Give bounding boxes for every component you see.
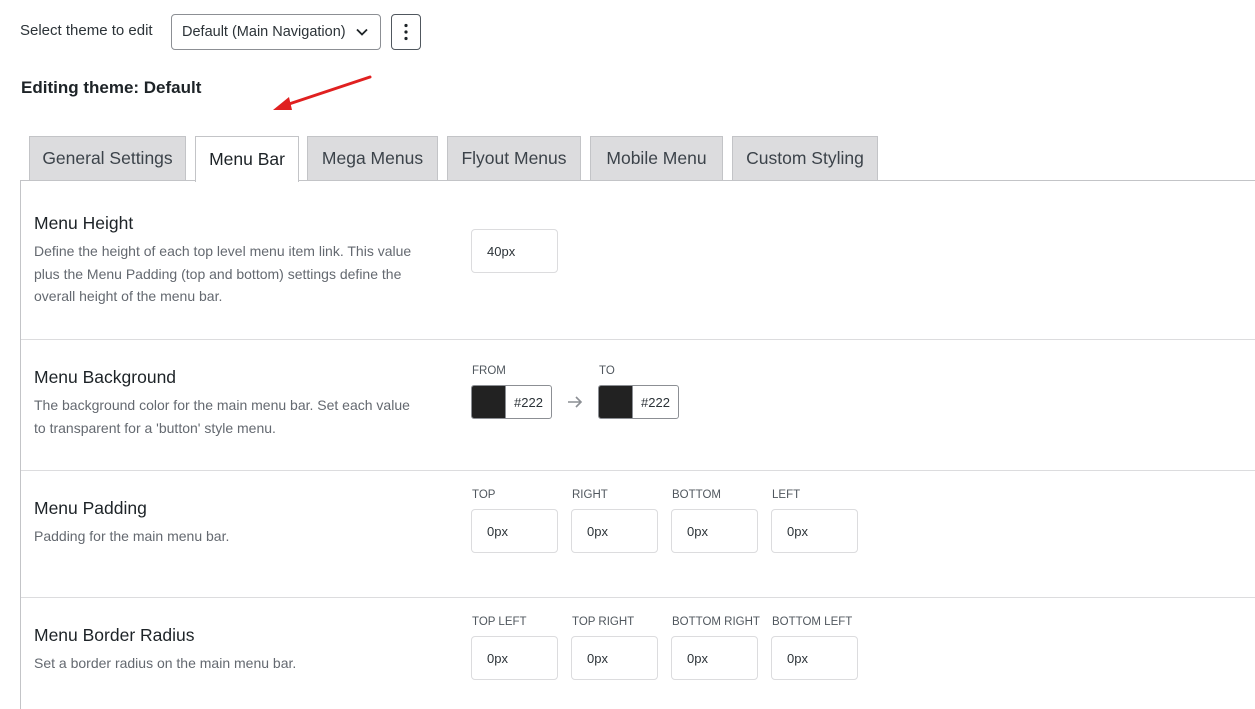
theme-select-value: Default (Main Navigation) [182,24,346,40]
chevron-down-icon [356,28,368,36]
red-arrow-icon [273,75,372,110]
tab-mega-menus[interactable]: Mega Menus [307,136,438,180]
tab-label: Mega Menus [321,148,424,168]
padding-top-label: TOP [472,489,496,501]
menu-padding-title: Menu Padding [34,498,147,518]
tab-label: Mobile Menu [606,148,707,168]
radius-top-left-input[interactable]: 0px [471,636,558,680]
input-value: 0px [687,523,708,539]
padding-right-input[interactable]: 0px [571,509,658,553]
padding-left-label: LEFT [772,489,801,501]
editing-theme-title: Editing theme: Default [21,78,202,97]
menu-height-description: Define the height of each top level menu… [34,243,412,304]
menu-border-radius-title: Menu Border Radius [34,625,195,645]
radius-bottom-right-input[interactable]: 0px [671,636,758,680]
radius-top-right-input[interactable]: 0px [571,636,658,680]
tab-label: Flyout Menus [461,148,567,168]
menu-height-title: Menu Height [34,213,134,233]
right-arrow-icon [568,396,583,408]
input-value: 0px [487,650,508,666]
input-value: 0px [587,650,608,666]
tab-general-settings[interactable]: General Settings [29,136,186,180]
input-value: 0px [787,523,808,539]
tab-custom-styling[interactable]: Custom Styling [732,136,878,180]
padding-bottom-input[interactable]: 0px [671,509,758,553]
to-color-picker[interactable]: #222 [598,385,679,419]
input-value: 0px [787,650,808,666]
menu-background-title: Menu Background [34,367,177,387]
to-color-value: #222 [632,386,678,418]
radius-bottom-right-label: BOTTOM RIGHT [672,616,760,628]
menu-height-input[interactable]: 40px [471,229,558,273]
padding-right-label: RIGHT [572,489,608,501]
tab-label: General Settings [42,148,173,168]
input-value: 0px [687,650,708,666]
tab-label: Menu Bar [209,149,285,169]
radius-bottom-left-label: BOTTOM LEFT [772,616,853,628]
to-label: TO [599,365,615,377]
row-divider [21,470,1255,471]
tab-flyout-menus[interactable]: Flyout Menus [447,136,581,180]
from-color-swatch[interactable] [472,386,505,418]
row-divider [21,339,1255,340]
padding-left-input[interactable]: 0px [771,509,858,553]
tab-mobile-menu[interactable]: Mobile Menu [590,136,723,180]
theme-select-dropdown[interactable]: Default (Main Navigation) [171,14,381,50]
radius-top-right-label: TOP RIGHT [572,616,635,628]
tab-label: Custom Styling [746,148,864,168]
from-color-value: #222 [505,386,551,418]
from-color-picker[interactable]: #222 [471,385,552,419]
menu-border-radius-description: Set a border radius on the main menu bar… [34,655,297,671]
from-label: FROM [472,365,506,377]
menu-padding-description: Padding for the main menu bar. [34,528,230,544]
input-value: 0px [587,523,608,539]
row-divider [21,597,1255,598]
menu-height-value: 40px [487,243,516,259]
vertical-ellipsis-icon [404,23,408,41]
tab-menu-bar[interactable]: Menu Bar [195,136,299,182]
theme-select-label: Select theme to edit [20,22,153,39]
radius-bottom-left-input[interactable]: 0px [771,636,858,680]
more-options-button[interactable] [391,14,421,50]
padding-bottom-label: BOTTOM [672,489,721,501]
padding-top-input[interactable]: 0px [471,509,558,553]
to-color-swatch[interactable] [599,386,632,418]
menu-background-description: The background color for the main menu b… [34,397,410,436]
radius-top-left-label: TOP LEFT [472,616,527,628]
input-value: 0px [487,523,508,539]
panel-border [20,180,21,709]
